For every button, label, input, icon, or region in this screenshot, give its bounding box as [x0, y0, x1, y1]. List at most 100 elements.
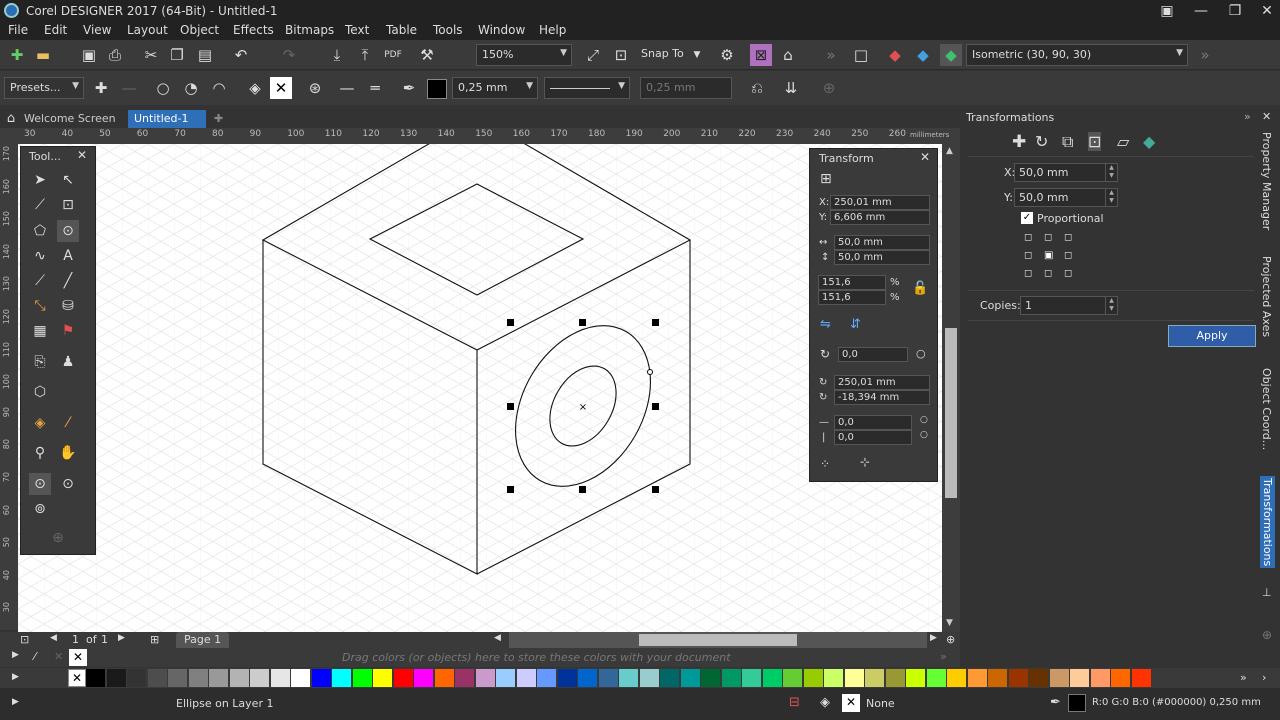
restore-button[interactable]: ❐ — [1218, 0, 1252, 22]
new-tab-icon[interactable]: ✚ — [208, 110, 229, 128]
color-swatch[interactable] — [127, 669, 146, 687]
menu-file[interactable]: File — [8, 23, 28, 37]
fill-none-swatch[interactable]: ✕ — [842, 694, 860, 712]
page-prev-icon[interactable]: ◀ — [50, 633, 57, 643]
menu-bitmaps[interactable]: Bitmaps — [285, 23, 334, 37]
color-swatch[interactable] — [475, 669, 495, 687]
size-x-field[interactable]: 50,0 mm ▲ ▼ — [1014, 163, 1118, 182]
pick-tool-icon[interactable]: ➤ — [29, 169, 51, 191]
rotation-center-icon[interactable]: ○ — [916, 347, 926, 360]
docker-close-icon[interactable]: ✕ — [1262, 110, 1271, 123]
projection-dropdown[interactable]: Isometric (30, 90, 30) ▼ — [966, 44, 1188, 66]
full-screen-icon[interactable]: ⤢ — [582, 44, 604, 66]
color-swatch[interactable] — [414, 669, 433, 687]
palette-more-icon[interactable]: › — [1262, 671, 1266, 684]
color-swatch[interactable] — [455, 669, 474, 687]
insert-point-icon[interactable]: ⊹ — [860, 455, 870, 469]
transform-close-icon[interactable]: ✕ — [920, 150, 930, 164]
page-1-tab[interactable]: Page 1 — [176, 632, 230, 648]
palette-close-icon[interactable]: ✕ — [54, 650, 63, 663]
circle-projection-icon[interactable]: ⊙ — [57, 473, 79, 495]
color-swatch[interactable] — [537, 669, 556, 687]
projection-front-icon[interactable]: ◆ — [884, 44, 906, 66]
snap-origin-icon[interactable]: ⁘ — [820, 457, 830, 471]
color-swatch[interactable] — [147, 669, 167, 687]
color-swatch[interactable] — [967, 669, 987, 687]
outline-pen-icon[interactable]: ✒ — [398, 77, 420, 99]
color-swatch[interactable] — [824, 669, 843, 687]
outline-width-dropdown[interactable]: 0,25 mm ▼ — [452, 77, 538, 99]
redo-icon[interactable]: ↷ — [278, 44, 300, 66]
color-swatch[interactable] — [332, 669, 351, 687]
anchor-bottom[interactable]: ◻ — [1044, 268, 1052, 279]
outline-width-secondary-dropdown[interactable]: 0,25 mm — [640, 77, 732, 99]
close-button[interactable]: ✕ — [1250, 0, 1280, 22]
pen-tool-icon[interactable]: ╱ — [57, 270, 79, 292]
cut-icon[interactable]: ✂ — [140, 44, 162, 66]
color-styles-icon[interactable]: ⊠ — [750, 44, 772, 66]
palette-menu-icon[interactable]: ▶ — [12, 672, 19, 682]
callout-tool-icon[interactable]: ⚑ — [57, 320, 79, 342]
ruler-origin[interactable] — [0, 128, 18, 144]
height-field[interactable]: 50,0 mm — [834, 250, 930, 265]
anchor-right[interactable]: ◻ — [1064, 250, 1072, 261]
zoom-level-dropdown[interactable]: 150% ▼ — [476, 44, 572, 66]
toolbox-close-icon[interactable]: ✕ — [77, 148, 87, 162]
size-x-spinner[interactable]: ▲ ▼ — [1105, 164, 1117, 181]
shape-tool-icon[interactable]: ↖ — [57, 169, 79, 191]
skew-h-field[interactable]: 0,0 — [834, 415, 912, 430]
window-menu-icon[interactable]: ▣ — [1150, 0, 1184, 22]
skew-transform-icon[interactable]: ▱ — [1117, 132, 1129, 151]
width-field[interactable]: 50,0 mm — [834, 235, 930, 250]
position-transform-icon[interactable]: ✚ — [1012, 132, 1026, 152]
menu-help[interactable]: Help — [539, 23, 566, 37]
tab-untitled-1[interactable]: Untitled-1 — [128, 110, 206, 128]
size-y-field[interactable]: 50,0 mm ▲ ▼ — [1014, 188, 1118, 207]
dash-style-icon[interactable]: ═ — [364, 77, 386, 99]
table-tool-icon[interactable]: ▦ — [29, 320, 51, 342]
color-swatch[interactable] — [516, 669, 536, 687]
dimension-tool-icon[interactable]: ⟋ — [29, 270, 51, 292]
fill-status-icon[interactable]: ◈ — [820, 695, 830, 710]
anchor-bottom-left[interactable]: ◻ — [1024, 268, 1032, 279]
minimize-button[interactable]: — — [1184, 0, 1218, 22]
mirror-horizontal-icon[interactable]: ⇋ — [820, 317, 831, 332]
mirror-vertical-icon[interactable]: ⇵ — [850, 317, 861, 332]
color-swatch[interactable] — [1070, 669, 1089, 687]
apply-button[interactable]: Apply — [1168, 325, 1256, 347]
open-folder-icon[interactable]: ▬ — [32, 44, 54, 66]
eyedropper-tool-icon[interactable]: ⁄ — [57, 412, 79, 434]
menu-tools[interactable]: Tools — [433, 23, 463, 37]
color-swatch[interactable] — [803, 669, 823, 687]
dock-pin-icon[interactable]: ⊥ — [1262, 586, 1272, 599]
overflow-chevron-icon[interactable]: » — [820, 44, 842, 66]
projection-side-icon[interactable]: ◆ — [940, 44, 962, 66]
color-swatch[interactable] — [865, 669, 884, 687]
color-swatch[interactable] — [270, 669, 290, 687]
print-icon[interactable]: ⎙ — [104, 44, 126, 66]
vertical-ruler[interactable]: 170 160 150 140 130 120 110 100 90 80 70 60 50 40 30 — [0, 144, 18, 630]
drawing-canvas[interactable]: × — [18, 144, 942, 632]
connector-tool-icon[interactable]: ⤡ — [29, 295, 51, 317]
horizontal-scroll-thumb[interactable] — [639, 634, 797, 646]
pie-icon[interactable]: ◔ — [180, 77, 202, 99]
color-swatch[interactable] — [1111, 669, 1130, 687]
scale-x-field[interactable]: 151,6 — [818, 275, 886, 290]
arc-icon[interactable]: ◠ — [208, 77, 230, 99]
vertical-scrollbar[interactable]: ▲ ▼ — [942, 144, 960, 632]
tab-transformations[interactable]: Transformations — [1260, 476, 1275, 569]
ellipse-icon[interactable]: ○ — [152, 77, 174, 99]
color-swatch[interactable] — [598, 669, 618, 687]
reference-point-icon[interactable]: ⊞ — [820, 171, 832, 187]
tab-welcome-screen[interactable]: Welcome Screen — [18, 110, 122, 128]
no-color-swatch[interactable]: ✕ — [69, 649, 87, 666]
launcher-icon[interactable]: ⚒ — [416, 44, 438, 66]
frame-icon[interactable]: □ — [850, 44, 872, 66]
export-icon[interactable]: ⤒ — [354, 44, 376, 66]
options-gear-icon[interactable]: ⚙ — [716, 44, 738, 66]
customize-toolbox-icon[interactable]: ⊕ — [47, 527, 69, 549]
color-swatch[interactable] — [926, 669, 946, 687]
size-y-spinner[interactable]: ▲ ▼ — [1105, 189, 1117, 206]
status-expand-icon[interactable]: ▶ — [12, 697, 19, 707]
color-swatch[interactable] — [1049, 669, 1069, 687]
